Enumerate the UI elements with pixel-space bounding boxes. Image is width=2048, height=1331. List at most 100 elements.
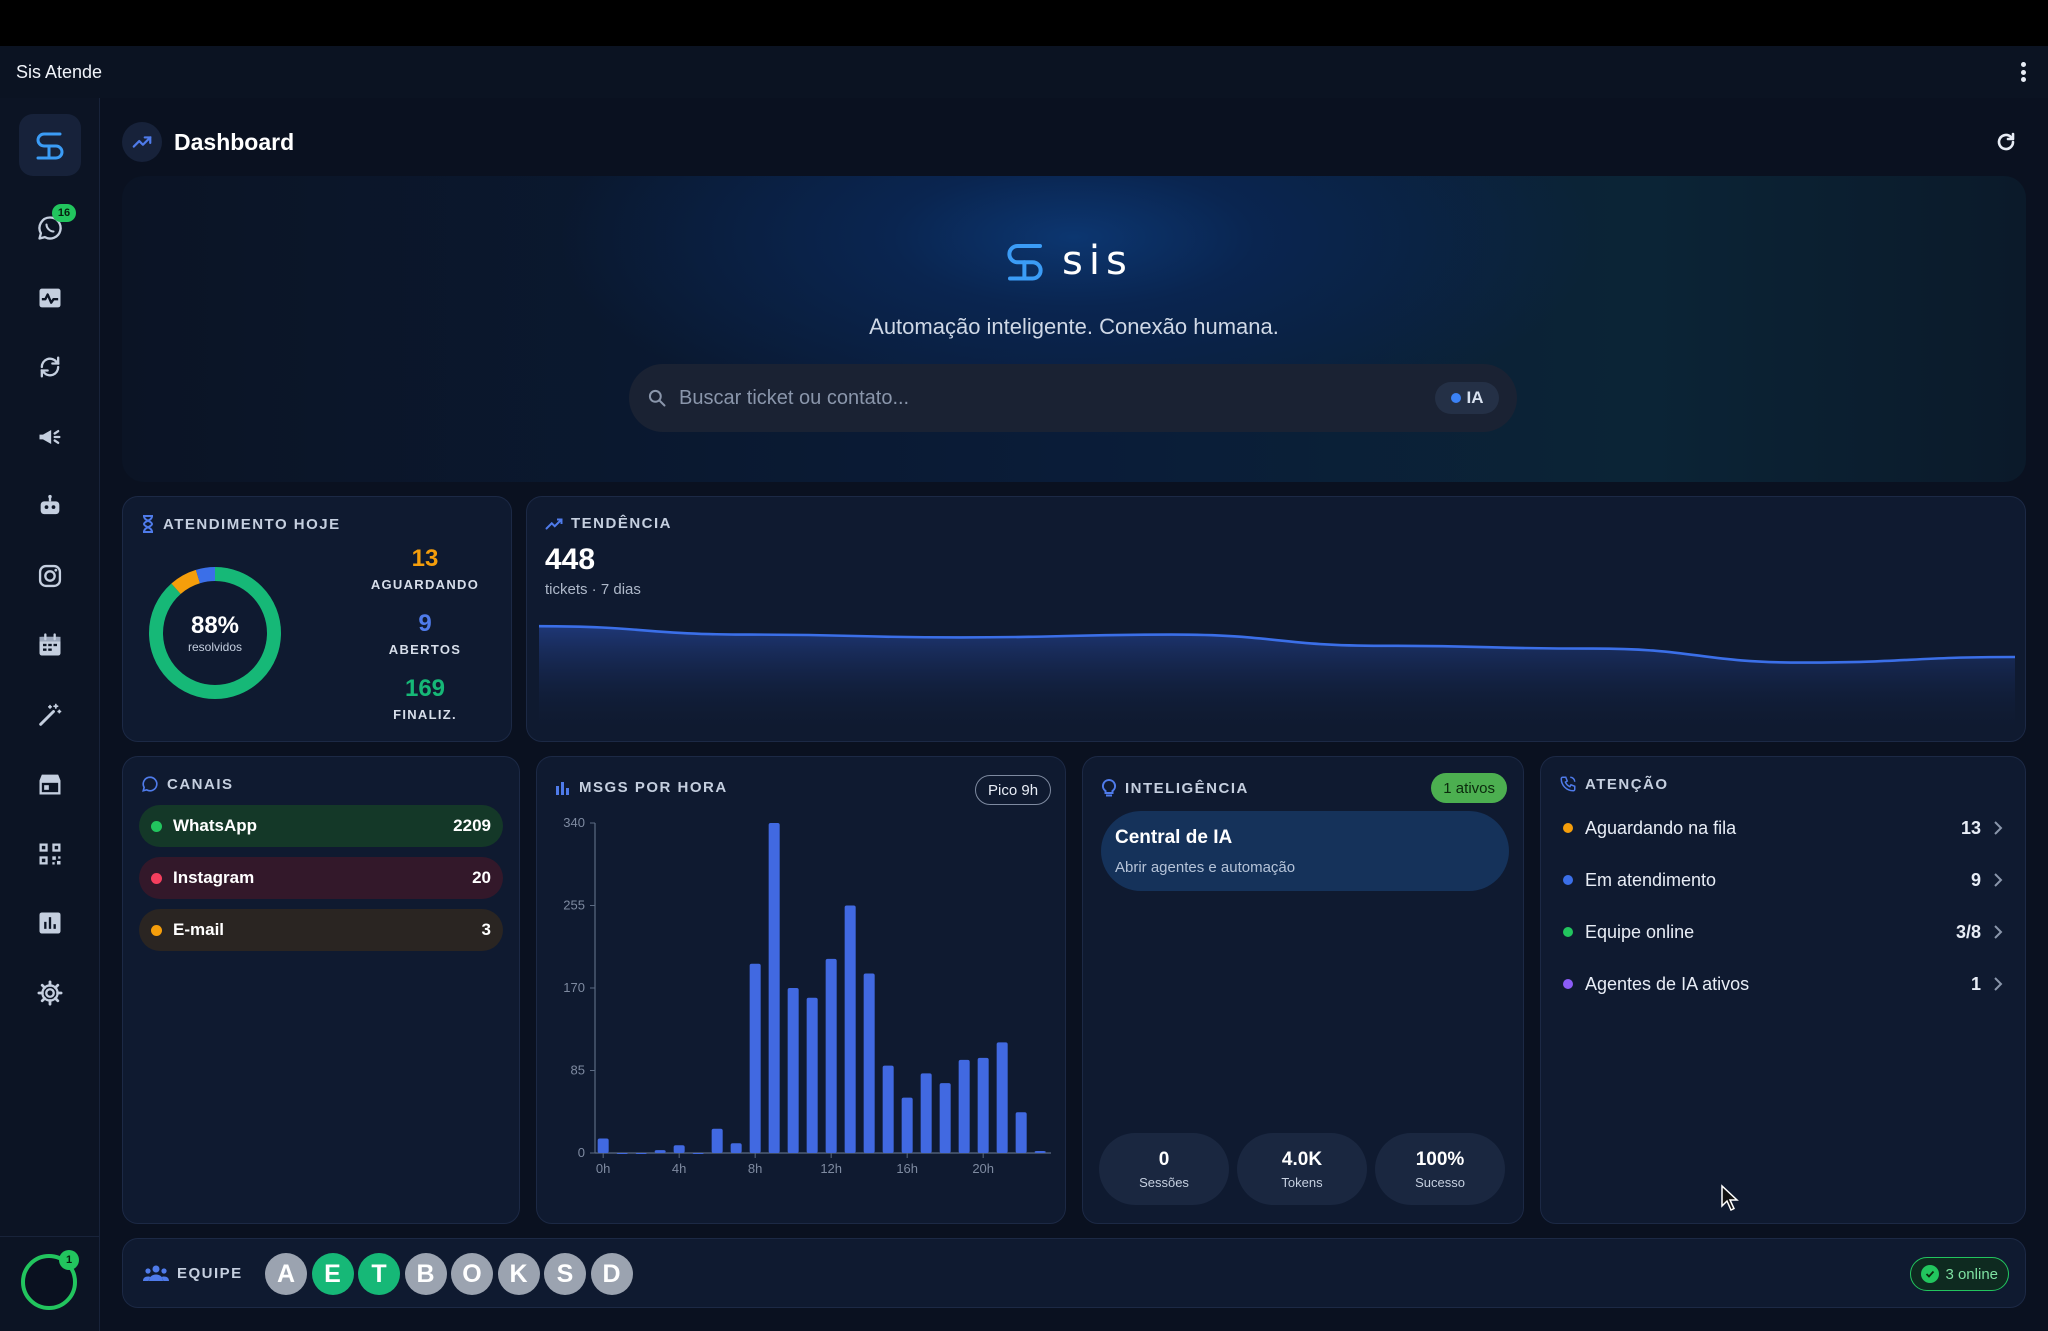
sidebar-item-settings[interactable] [30, 973, 70, 1013]
bar-hour-16 [901, 1097, 913, 1153]
team-icon [143, 1265, 169, 1281]
sidebar-item-automation[interactable] [30, 695, 70, 735]
channel-instagram[interactable]: Instagram 20 [139, 857, 503, 899]
stat-finalizados-value: 169 [404, 675, 446, 702]
resolved-percent: 88% [190, 612, 240, 639]
channel-dot [151, 924, 162, 936]
sis-logo-icon [36, 132, 64, 160]
sidebar-item-sync[interactable] [30, 347, 70, 387]
channel-dot [151, 820, 162, 832]
lightbulb-icon [1101, 779, 1117, 797]
bar-hour-15 [882, 1065, 894, 1153]
sidebar-item-reports[interactable] [30, 903, 70, 943]
sidebar-item-instagram[interactable] [30, 556, 70, 596]
y-tick-label: 255 [563, 898, 585, 913]
bar-hour-9 [768, 823, 780, 1153]
bar-hour-8 [749, 963, 761, 1153]
whatsapp-icon [142, 776, 158, 792]
team-member-avatar[interactable]: B [404, 1253, 447, 1295]
channel-email[interactable]: E-mail 3 [139, 909, 503, 951]
x-tick-label: 8h [748, 1161, 762, 1176]
central-ia-link[interactable]: Central de IA Abrir agentes e automação [1101, 811, 1509, 891]
team-member-avatar[interactable]: S [544, 1253, 586, 1295]
sidebar-logo[interactable] [19, 114, 81, 176]
team-member-avatar[interactable]: A [265, 1253, 307, 1295]
calendar-icon [39, 633, 61, 656]
card-msgs-title: MSGS POR HORA [555, 779, 728, 796]
y-tick-label: 340 [563, 817, 585, 830]
attention-item[interactable]: Em atendimento 9 [1563, 865, 2003, 895]
resolved-donut: 88% resolvidos [147, 565, 283, 701]
card-atencao: ATENÇÃO Aguardando na fila 13 Em atendime… [1540, 756, 2026, 1224]
check-icon [1921, 1265, 1940, 1283]
bar-hour-12 [825, 958, 837, 1153]
chats-badge: 16 [52, 204, 76, 222]
app-title: Sis Atende [16, 61, 103, 82]
ia-stat-sessions: 0 Sessões [1099, 1133, 1229, 1205]
bar-hour-21 [996, 1042, 1008, 1153]
app-bar: Sis Atende [0, 46, 2048, 98]
bar-hour-19 [958, 1059, 970, 1153]
sidebar-item-campaigns[interactable] [30, 417, 70, 457]
bar-hour-14 [863, 973, 875, 1153]
attention-item[interactable]: Aguardando na fila 13 [1563, 813, 2003, 843]
user-avatar[interactable]: 1 [21, 1250, 79, 1310]
ia-stat-success: 100% Sucesso [1375, 1133, 1505, 1205]
ia-search-toggle[interactable]: IA [1435, 382, 1499, 414]
x-tick-label: 4h [672, 1161, 686, 1176]
y-tick-label: 170 [563, 980, 585, 995]
channel-name: Instagram [173, 868, 255, 887]
store-icon [39, 774, 61, 795]
central-ia-subtitle: Abrir agentes e automação [1115, 859, 1296, 876]
team-member-avatar[interactable]: K [497, 1253, 540, 1295]
bar-chart-icon [556, 781, 569, 795]
hourglass-icon [142, 515, 154, 533]
search-icon [648, 389, 666, 407]
card-equipe-title: EQUIPE [143, 1264, 243, 1282]
sidebar-item-monitor[interactable] [30, 278, 70, 318]
attention-item[interactable]: Equipe online 3/8 [1563, 917, 2003, 947]
refresh-button[interactable] [1990, 126, 2022, 158]
stat-aguardando-label: AGUARDANDO [370, 577, 480, 592]
card-inteligencia: INTELIGÊNCIA 1 ativos Central de IA Abri… [1082, 756, 1524, 1224]
sidebar-item-calendar[interactable] [30, 625, 70, 665]
attention-item[interactable]: Agentes de IA ativos 1 [1563, 969, 2003, 999]
more-menu-icon[interactable] [2020, 62, 2026, 82]
team-member-avatar[interactable]: T [358, 1253, 400, 1295]
sidebar-item-bots[interactable] [30, 486, 70, 526]
team-member-avatar[interactable]: D [590, 1253, 633, 1295]
ia-stat-tokens: 4.0K Tokens [1237, 1133, 1367, 1205]
channel-name: WhatsApp [173, 816, 258, 835]
team-member-avatar[interactable]: E [311, 1253, 354, 1295]
card-msgs-por-hora: MSGS POR HORA Pico 9h 0 85 170 255 340 0h 4h 8h… [536, 756, 1066, 1224]
chevron-right-icon [1994, 873, 2003, 887]
activity-icon [39, 288, 61, 308]
bar-hour-2 [635, 1153, 647, 1154]
page-header: Dashboard [122, 120, 294, 164]
stat-abertos-label: ABERTOS [388, 642, 462, 657]
bar-hour-20 [977, 1057, 989, 1153]
central-ia-title: Central de IA [1115, 827, 1233, 848]
sidebar-item-store[interactable] [30, 764, 70, 804]
trend-area [539, 626, 2015, 735]
ia-active-badge: 1 ativos [1431, 773, 1507, 803]
x-tick-label: 0h [596, 1161, 610, 1176]
megaphone-icon [39, 430, 61, 444]
stat-aguardando: 13 AGUARDANDO [345, 545, 505, 592]
x-tick-label: 16h [896, 1161, 918, 1176]
sidebar-item-chats[interactable]: 16 [30, 204, 76, 248]
sidebar-divider [0, 1236, 100, 1237]
channel-whatsapp[interactable]: WhatsApp 2209 [139, 805, 503, 847]
channel-count: 20 [472, 868, 491, 887]
os-top-bar [0, 0, 2048, 46]
stat-abertos-value: 9 [418, 610, 432, 637]
mouse-cursor-icon [1721, 1184, 1739, 1212]
sis-logo-icon [1007, 244, 1043, 281]
phone-icon [1560, 776, 1576, 792]
search-input[interactable] [679, 386, 1435, 410]
team-member-avatar[interactable]: O [451, 1253, 493, 1295]
bar-hour-10 [787, 988, 799, 1153]
sidebar-item-qrcode[interactable] [30, 834, 70, 874]
channel-count: 2209 [453, 816, 491, 835]
bar-hour-0 [597, 1138, 609, 1153]
